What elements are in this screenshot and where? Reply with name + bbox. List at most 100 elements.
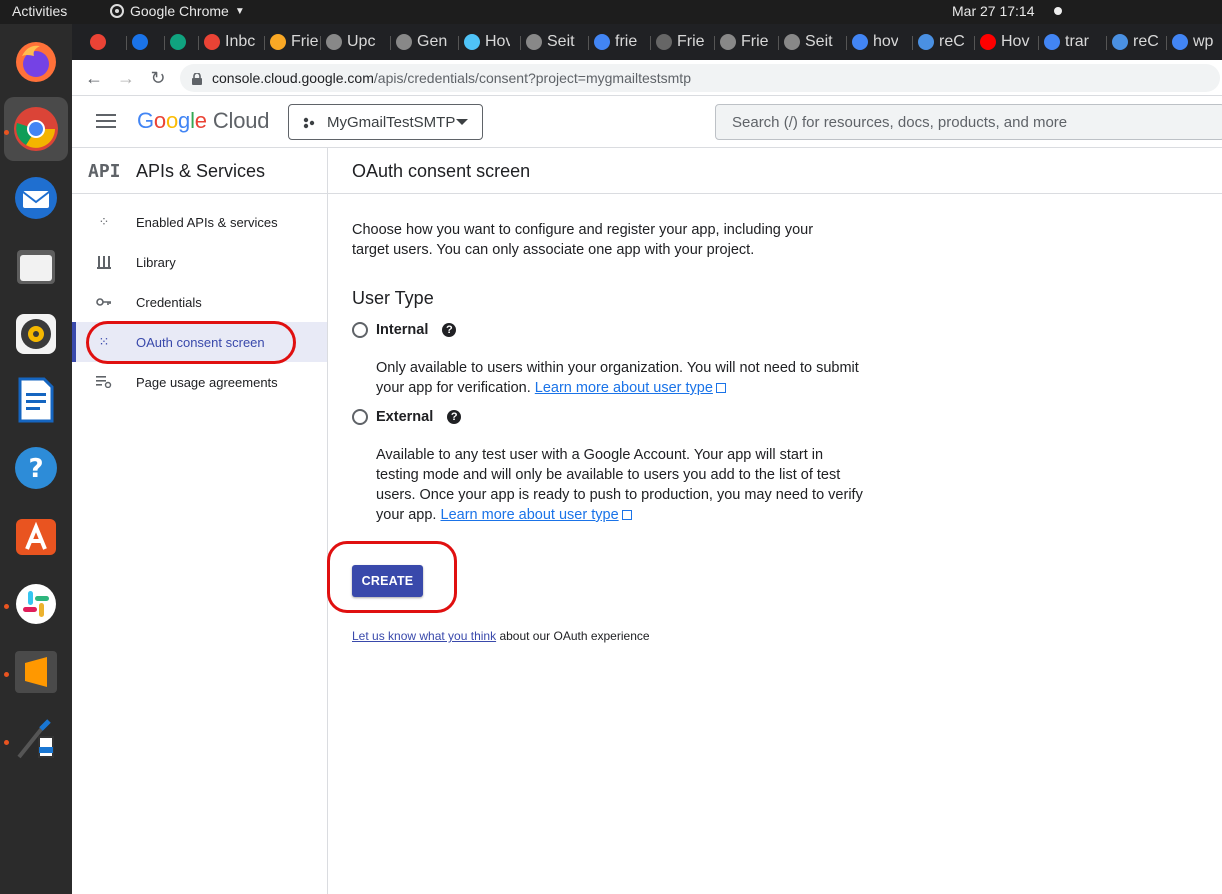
- key-icon: [96, 294, 112, 310]
- browser-tab[interactable]: [132, 30, 156, 54]
- browser-tab[interactable]: reC: [1112, 30, 1158, 54]
- google-icon: [594, 34, 610, 50]
- internal-radio[interactable]: [352, 322, 368, 338]
- browser-tab[interactable]: Frie: [720, 30, 768, 54]
- stackoverflow-icon: [396, 34, 412, 50]
- tab-separator: [588, 36, 589, 50]
- sidebar-item-label: Credentials: [136, 294, 202, 310]
- browser-tab[interactable]: Gen: [396, 30, 448, 54]
- browser-tab-label: hov: [873, 33, 898, 50]
- browser-tab[interactable]: [170, 30, 194, 54]
- external-link-icon: [715, 383, 726, 393]
- activities-button[interactable]: Activities: [12, 3, 67, 19]
- search-input[interactable]: Search (/) for resources, docs, products…: [715, 104, 1222, 140]
- browser-tab[interactable]: Seit: [526, 30, 578, 54]
- create-button[interactable]: CREATE: [352, 565, 423, 597]
- drop-icon: [464, 34, 480, 50]
- slack-icon[interactable]: [12, 580, 60, 628]
- browser-tab[interactable]: Hov: [464, 30, 510, 54]
- caret-down-icon: ▼: [234, 5, 245, 17]
- sidebar-item-library[interactable]: Library: [72, 242, 327, 282]
- google-cloud-logo[interactable]: Google Cloud: [137, 108, 269, 134]
- browser-tab-label: trar: [1065, 33, 1089, 50]
- internal-option[interactable]: Internal ?: [352, 322, 457, 338]
- gmail-icon: [90, 34, 106, 50]
- help-icon[interactable]: ?: [12, 444, 60, 492]
- browser-tab[interactable]: wp: [1172, 30, 1218, 54]
- reload-icon[interactable]: ↻: [146, 66, 170, 90]
- software-center-icon[interactable]: [12, 512, 60, 560]
- browser-tab-label: Frie: [741, 33, 768, 50]
- sidebar-item-oauth-consent[interactable]: ⁙ OAuth consent screen: [72, 322, 327, 362]
- sublime-text-icon[interactable]: [12, 648, 60, 696]
- clock[interactable]: Mar 27 17:14: [952, 3, 1035, 19]
- feedback-link[interactable]: Let us know what you think: [352, 629, 496, 643]
- logo-letter: G: [137, 108, 154, 133]
- svg-text:?: ?: [28, 454, 43, 484]
- browser-tab[interactable]: Upc: [326, 30, 380, 54]
- browser-tab-label: Hov: [485, 33, 510, 50]
- external-radio[interactable]: [352, 409, 368, 425]
- firefox-icon[interactable]: [12, 38, 60, 86]
- browser-tab[interactable]: [90, 30, 114, 54]
- learn-more-link[interactable]: Learn more about user type: [535, 380, 713, 396]
- system-top-bar: Activities Google Chrome ▼ Mar 27 17:14: [0, 0, 1222, 24]
- stackoverflow-icon: [526, 34, 542, 50]
- browser-tab[interactable]: reC: [918, 30, 964, 54]
- help-icon[interactable]: ?: [442, 323, 457, 337]
- browser-tab-label: Seit: [547, 33, 575, 50]
- back-arrow-icon[interactable]: ←: [82, 66, 106, 90]
- learn-more-link[interactable]: Learn more about user type: [441, 507, 619, 523]
- browser-tab[interactable]: Seit: [784, 30, 834, 54]
- running-indicator: [4, 740, 9, 745]
- thunderbird-icon[interactable]: [12, 174, 60, 222]
- feedback-text: about our OAuth experience: [499, 629, 650, 643]
- forward-arrow-icon[interactable]: →: [114, 66, 138, 90]
- chrome-icon[interactable]: [12, 105, 60, 153]
- recaptcha-icon: [1112, 34, 1128, 50]
- browser-tab-label: reC: [939, 33, 964, 50]
- menu-icon[interactable]: [96, 114, 116, 128]
- libreoffice-writer-icon[interactable]: [12, 376, 60, 424]
- google-icon: [852, 34, 868, 50]
- tab-separator: [198, 36, 199, 50]
- sidebar-item-enabled-apis[interactable]: ⁘ Enabled APIs & services: [72, 202, 327, 242]
- tab-separator: [390, 36, 391, 50]
- browser-tab-label: Seit: [805, 33, 833, 50]
- browser-tab[interactable]: trar: [1044, 30, 1094, 54]
- stackoverflow-icon: [326, 34, 342, 50]
- address-bar[interactable]: console.cloud.google.com/apis/credential…: [180, 64, 1220, 92]
- sidebar-item-page-usage[interactable]: Page usage agreements: [72, 362, 327, 402]
- user-type-heading: User Type: [352, 288, 434, 308]
- browser-tab[interactable]: hov: [852, 30, 898, 54]
- paint-brush-icon[interactable]: [12, 716, 60, 764]
- notification-dot-icon: [1054, 7, 1062, 15]
- logo-letter: g: [178, 108, 191, 133]
- caret-down-icon: [456, 119, 468, 125]
- browser-tab-label: frie: [615, 33, 638, 50]
- tab-separator: [714, 36, 715, 50]
- sidebar: API APIs & Services ⁘ Enabled APIs & ser…: [72, 148, 328, 894]
- help-icon[interactable]: ?: [447, 410, 462, 424]
- browser-toolbar: ← → ↻ console.cloud.google.com/apis/cred…: [72, 60, 1222, 96]
- browser-tab[interactable]: frie: [594, 30, 640, 54]
- external-label: External: [376, 409, 434, 425]
- external-option[interactable]: External ?: [352, 409, 462, 425]
- browser-tab-label: reC: [1133, 33, 1158, 50]
- browser-tab[interactable]: Inbc: [204, 30, 260, 54]
- sidebar-item-label: OAuth consent screen: [136, 334, 265, 350]
- sidebar-item-label: Library: [136, 254, 176, 270]
- files-icon[interactable]: [12, 242, 60, 290]
- project-picker[interactable]: MyGmailTestSMTP: [288, 104, 483, 140]
- browser-tab[interactable]: Frie: [656, 30, 706, 54]
- app-menu[interactable]: Google Chrome ▼: [110, 3, 245, 19]
- chrome-icon: [110, 4, 124, 18]
- page-title: OAuth consent screen: [352, 161, 531, 181]
- browser-tab[interactable]: Hov: [980, 30, 1030, 54]
- rhythmbox-icon[interactable]: [12, 310, 60, 358]
- sidebar-item-credentials[interactable]: Credentials: [72, 282, 327, 322]
- sidebar-title: APIs & Services: [136, 161, 266, 181]
- browser-tab[interactable]: Frie: [270, 30, 320, 54]
- api-badge-icon: API: [88, 161, 121, 182]
- logo-letter: e: [194, 108, 207, 133]
